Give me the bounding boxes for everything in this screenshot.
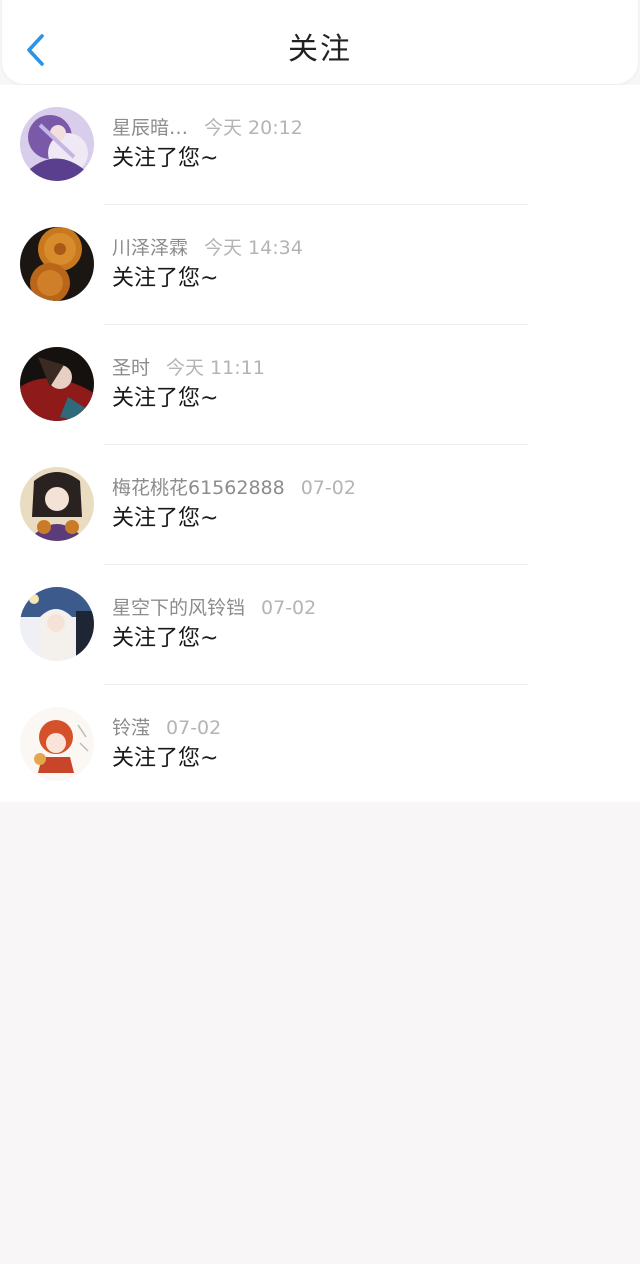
notification-message: 关注了您~ <box>112 266 219 291</box>
list-item[interactable]: 梅花桃花61562888 07-02 关注了您~ <box>0 445 640 565</box>
timestamp: 07-02 <box>166 717 222 739</box>
list-item[interactable]: 铃滢 07-02 关注了您~ <box>0 685 640 805</box>
page-title: 关注 <box>288 32 352 67</box>
notification-message: 关注了您~ <box>112 146 219 171</box>
avatar[interactable] <box>20 587 94 661</box>
timestamp: 07-02 <box>261 597 317 619</box>
list-item[interactable]: 星空下的风铃铛 07-02 关注了您~ <box>0 565 640 685</box>
notification-message: 关注了您~ <box>112 626 219 651</box>
user-name[interactable]: 星空下的风铃铛 <box>112 597 245 619</box>
avatar[interactable] <box>20 467 94 541</box>
follow-notification-list: 星辰暗… 今天 20:12 关注了您~ 川泽泽霖今天 14:34 关注了您~ <box>0 85 640 802</box>
timestamp: 07-02 <box>300 477 356 499</box>
notification-message: 关注了您~ <box>112 746 219 771</box>
user-name[interactable]: 川泽泽霖 <box>112 237 188 259</box>
notification-message: 关注了您~ <box>112 386 219 411</box>
list-item[interactable]: 川泽泽霖 今天 14:34 关注了您~ <box>0 205 640 325</box>
avatar[interactable] <box>20 707 94 781</box>
avatar[interactable] <box>20 107 94 181</box>
timestamp: 今天 20:12 <box>204 117 303 139</box>
top-nav-bar: 关注 <box>2 0 638 84</box>
list-item[interactable]: 星辰暗… 今天 20:12 关注了您~ <box>0 85 640 205</box>
user-name[interactable]: 梅花桃花61562888 <box>112 477 285 499</box>
list-item[interactable]: 圣时 今天 11:11 关注了您~ <box>0 325 640 445</box>
avatar[interactable] <box>20 227 94 301</box>
avatar[interactable] <box>20 347 94 421</box>
notification-message: 关注了您~ <box>112 506 219 531</box>
user-name[interactable]: 圣时 <box>112 357 150 379</box>
user-name[interactable]: 星辰暗… <box>112 117 188 139</box>
timestamp: 今天 11:11 <box>166 357 265 379</box>
user-name[interactable]: 铃滢 <box>112 717 150 739</box>
timestamp: 今天 14:34 <box>204 237 303 259</box>
